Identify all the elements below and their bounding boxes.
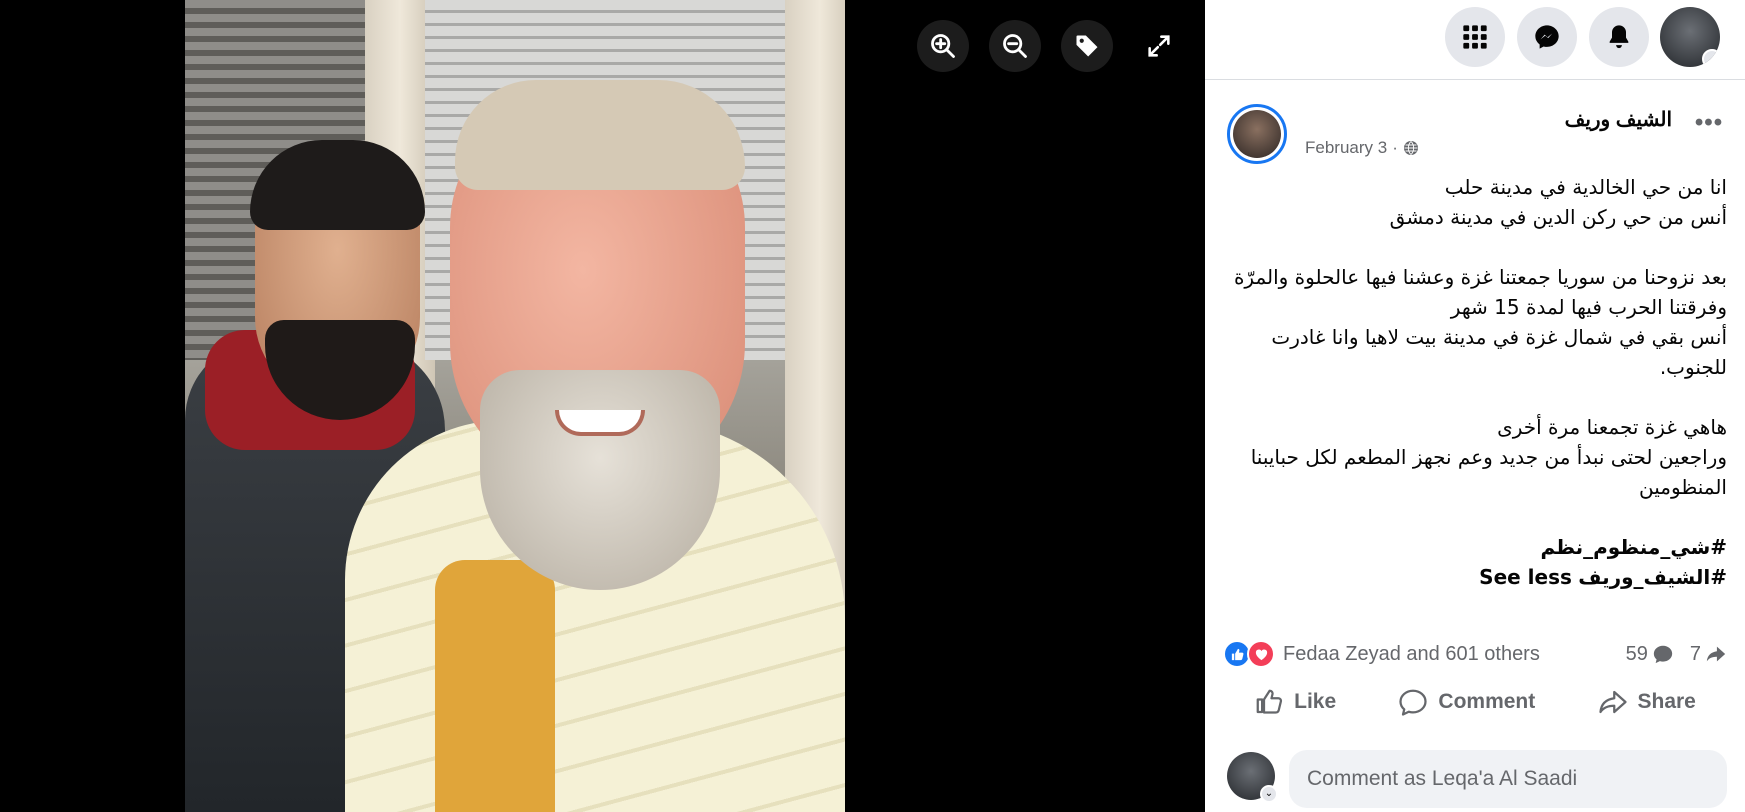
post-date[interactable]: February 3 (1305, 138, 1387, 158)
messenger-button[interactable] (1517, 7, 1577, 67)
comment-label: Comment (1438, 690, 1536, 713)
share-label: Share (1637, 690, 1696, 713)
menu-button[interactable] (1445, 7, 1505, 67)
zoom-in-button[interactable] (917, 20, 969, 72)
menu-grid-icon (1463, 25, 1487, 49)
comment-composer: ⌄ (1227, 750, 1727, 808)
shares-count[interactable]: 7 (1690, 643, 1727, 666)
tag-photo-button[interactable] (1061, 20, 1113, 72)
comments-count-value: 59 (1625, 642, 1648, 665)
hashtag-link[interactable]: #الشيف_وريف (1578, 565, 1727, 589)
commenter-avatar[interactable]: ⌄ (1227, 752, 1278, 803)
meta-separator: · (1392, 138, 1398, 157)
author-avatar[interactable] (1227, 104, 1287, 164)
post-line: وراجعين لحتى نبدأ من جديد وعم نجهز المطع… (1250, 445, 1727, 499)
like-label: Like (1294, 690, 1337, 713)
post-meta: February 3 · (1305, 138, 1419, 158)
post-photo[interactable] (185, 0, 845, 812)
comment-input[interactable] (1289, 750, 1727, 808)
messenger-icon (1535, 25, 1559, 49)
chevron-down-icon: ⌄ (1260, 785, 1278, 803)
reactions-bar: Fedaa Zeyad and 601 others 59 7 (1223, 637, 1727, 671)
zoom-in-icon (931, 34, 955, 58)
fullscreen-button[interactable] (1133, 20, 1185, 72)
photo-person-right-hair (455, 80, 745, 190)
post-line: أنس من حي ركن الدين في مدينة دمشق (1389, 205, 1727, 229)
share-button[interactable]: Share (1586, 681, 1708, 723)
share-icon (1598, 690, 1627, 714)
love-reaction-icon (1247, 640, 1275, 668)
zoom-out-icon (1003, 34, 1027, 58)
post-actions: Like Comment Share (1223, 680, 1727, 724)
post-text: انا من حي الخالدية في مدينة حلب أنس من ح… (1223, 172, 1727, 592)
thumbs-up-icon (1256, 689, 1283, 714)
comments-count[interactable]: 59 (1626, 643, 1674, 666)
comment-button[interactable]: Comment (1386, 681, 1547, 723)
author-name[interactable]: الشيف وريف (1565, 107, 1672, 132)
post-line: هاهي غزة تجمعنا مرة أخرى (1497, 415, 1727, 439)
photo-person-right-shirt (435, 560, 555, 812)
comment-bubble-icon (1653, 645, 1673, 664)
reaction-icons[interactable] (1223, 640, 1275, 668)
globe-icon (1403, 141, 1418, 155)
more-options-button[interactable]: ••• (1691, 111, 1727, 142)
engagement-counts: 59 7 (1626, 643, 1727, 666)
zoom-out-button[interactable] (989, 20, 1041, 72)
photo-viewer (0, 0, 1205, 812)
account-avatar[interactable]: ⌄ (1660, 7, 1720, 67)
share-arrow-icon (1706, 646, 1726, 662)
tag-icon (1076, 35, 1098, 57)
post-line: أنس بقي في شمال غزة في مدينة بيت لاهيا و… (1271, 325, 1727, 379)
post-header: الشيف وريف ••• February 3 · (1227, 104, 1727, 164)
like-button[interactable]: Like (1242, 681, 1348, 723)
notifications-button[interactable] (1589, 7, 1649, 67)
chevron-down-icon: ⌄ (1702, 49, 1720, 67)
comment-icon (1399, 689, 1428, 716)
post-line: بعد نزوحنا من سوريا جمعتنا غزة وعشنا فيه… (1233, 265, 1727, 319)
photo-person-right-smile (555, 410, 645, 436)
see-less-link[interactable]: See less (1479, 565, 1572, 589)
post-line: انا من حي الخالدية في مدينة حلب (1444, 175, 1727, 199)
reactions-summary[interactable]: Fedaa Zeyad and 601 others (1283, 643, 1540, 666)
hashtag-link[interactable]: #شي_منظوم_نظم (1540, 535, 1727, 559)
shares-count-value: 7 (1689, 642, 1701, 665)
notifications-icon (1609, 25, 1629, 49)
post-side-panel: ⌄ الشيف وريف ••• February 3 · انا من حي … (1205, 0, 1745, 812)
fullscreen-icon (1148, 35, 1170, 57)
top-bar: ⌄ (1205, 0, 1745, 80)
